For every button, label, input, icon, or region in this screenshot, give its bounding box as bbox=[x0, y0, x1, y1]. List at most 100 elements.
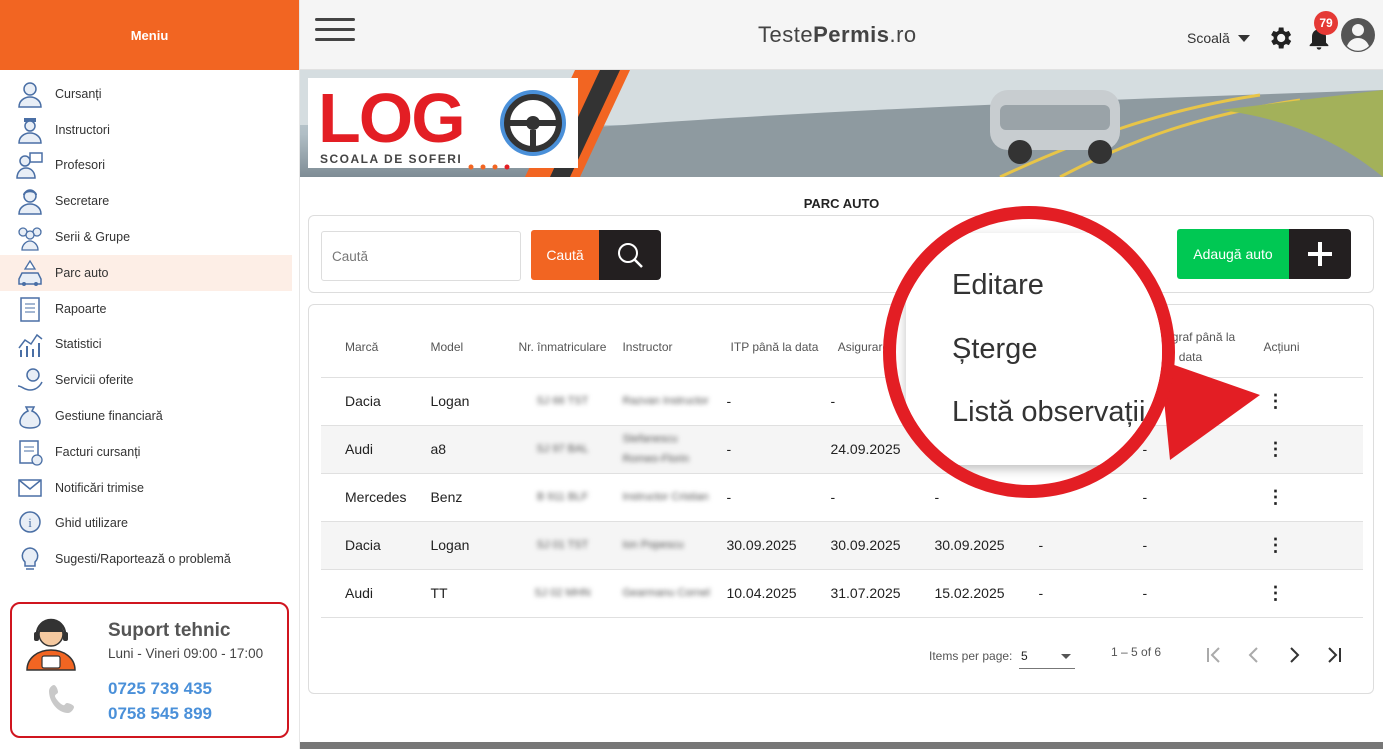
sidebar-item-label: Rapoarte bbox=[55, 301, 107, 316]
account-icon[interactable] bbox=[1340, 17, 1376, 53]
sidebar-item-label: Sugesti/Raportează o problemă bbox=[55, 552, 231, 567]
add-icon-button[interactable] bbox=[1289, 229, 1351, 279]
sidebar-item-cursanti[interactable]: Cursanți bbox=[0, 76, 292, 112]
support-agent-icon bbox=[26, 618, 76, 671]
callout-arrow bbox=[1160, 360, 1260, 460]
last-page-button[interactable] bbox=[1319, 640, 1349, 670]
cell-model: Benz bbox=[406, 473, 511, 522]
table-row: Audi TT SJ 02 MHN Gearmanu Cornel 10.04.… bbox=[321, 569, 1363, 618]
search-icon bbox=[618, 243, 643, 268]
support-phone-2[interactable]: 0758 545 899 bbox=[108, 704, 212, 724]
sidebar-item-label: Facturi cursanți bbox=[55, 444, 141, 459]
cell-marca: Dacia bbox=[321, 521, 407, 570]
support-phone-1[interactable]: 0725 739 435 bbox=[108, 679, 212, 699]
cell-marca: Audi bbox=[321, 425, 407, 474]
page-range: 1 – 5 of 6 bbox=[1111, 645, 1162, 659]
phone-icon bbox=[49, 685, 74, 713]
horizontal-scrollbar[interactable] bbox=[300, 742, 1383, 749]
cell-instructor: Stefanescu Romeo-Florin bbox=[622, 433, 690, 465]
sidebar-item-secretare[interactable]: Secretare bbox=[0, 183, 292, 219]
add-car-button[interactable]: Adaugă auto bbox=[1177, 229, 1289, 279]
cell-tahograf: - bbox=[1134, 473, 1239, 522]
callout-magnifier: Editare Șterge Listă observații bbox=[883, 206, 1175, 498]
group-icon bbox=[15, 222, 45, 252]
sidebar-item-instructori[interactable]: Instructori bbox=[0, 112, 292, 148]
sidebar-item-statistici[interactable]: Statistici bbox=[0, 327, 292, 363]
more-vert-icon[interactable]: ⋮ bbox=[1263, 488, 1287, 506]
menu-item-lista-observatii[interactable]: Listă observații bbox=[952, 396, 1145, 429]
col-nr[interactable]: Nr. înmatriculare bbox=[510, 317, 615, 378]
sidebar-item-label: Secretare bbox=[55, 194, 110, 209]
sidebar-item-label: Statistici bbox=[55, 337, 102, 352]
search-icon-button[interactable] bbox=[599, 230, 661, 280]
sidebar-item-label: Serii & Grupe bbox=[55, 230, 131, 245]
brand-bold: Permis bbox=[813, 22, 890, 47]
sidebar-item-label: Parc auto bbox=[55, 265, 109, 280]
items-per-page-select[interactable]: 5 bbox=[1019, 639, 1075, 669]
mail-icon bbox=[15, 473, 45, 503]
cell-model: a8 bbox=[406, 425, 511, 474]
items-per-page-value: 5 bbox=[1021, 649, 1028, 663]
sidebar-item-sugestii[interactable]: Sugesti/Raportează o problemă bbox=[0, 541, 292, 577]
secretary-icon bbox=[15, 186, 45, 216]
chevron-right-icon bbox=[1290, 647, 1300, 663]
col-model[interactable]: Model bbox=[406, 317, 511, 378]
cell-model: TT bbox=[406, 569, 511, 618]
cell-marca: Mercedes bbox=[321, 473, 407, 522]
sidebar-item-serii-grupe[interactable]: Serii & Grupe bbox=[0, 219, 292, 255]
sidebar-item-rapoarte[interactable]: Rapoarte bbox=[0, 291, 292, 327]
cell-asigurare: 30.09.2025 bbox=[822, 521, 927, 570]
sidebar-item-parc-auto[interactable]: Parc auto bbox=[0, 254, 292, 291]
next-page-button[interactable] bbox=[1279, 640, 1309, 670]
student-icon bbox=[15, 79, 45, 109]
cell-nr: B 911 BLF bbox=[536, 491, 589, 503]
cell-nr: SJ 01 TST bbox=[536, 539, 589, 551]
sidebar-item-notificari[interactable]: Notificări trimise bbox=[0, 470, 292, 506]
cell-instructor: Instructor Cristian bbox=[622, 491, 709, 503]
invoice-icon bbox=[15, 437, 45, 467]
sidebar-item-servicii[interactable]: Servicii oferite bbox=[0, 362, 292, 398]
sidebar-menu: Cursanți Instructori Profesori Secretare… bbox=[0, 70, 299, 577]
caret-down-icon bbox=[1237, 34, 1250, 42]
support-title: Suport tehnic bbox=[108, 620, 231, 641]
info-icon: i bbox=[15, 508, 45, 538]
teacher-icon bbox=[15, 150, 45, 180]
role-label: Scoală bbox=[1187, 30, 1230, 46]
menu-item-editare[interactable]: Editare bbox=[952, 269, 1044, 302]
cell-itp: - bbox=[718, 377, 823, 426]
prev-page-button[interactable] bbox=[1239, 640, 1269, 670]
cell-asigurare: 31.07.2025 bbox=[822, 569, 927, 618]
cell-marca: Dacia bbox=[321, 377, 407, 426]
col-marca[interactable]: Marcă bbox=[321, 317, 407, 378]
logo-dots bbox=[468, 164, 510, 170]
first-page-button[interactable] bbox=[1199, 640, 1229, 670]
sidebar-item-label: Servicii oferite bbox=[55, 373, 134, 388]
chart-icon bbox=[15, 329, 45, 359]
notification-badge: 79 bbox=[1314, 11, 1338, 35]
cell-asigurare: - bbox=[822, 473, 927, 522]
cell-8: - bbox=[1030, 521, 1135, 570]
search-button[interactable]: Caută bbox=[531, 230, 599, 280]
sidebar-item-ghid[interactable]: i Ghid utilizare bbox=[0, 506, 292, 542]
sidebar: Meniu Cursanți Instructori Profesori Sec… bbox=[0, 0, 300, 749]
brand-logo: TestePermis.ro bbox=[758, 22, 917, 48]
cell-itp: - bbox=[718, 425, 823, 474]
cell-7: 15.02.2025 bbox=[926, 569, 1031, 618]
more-vert-icon[interactable]: ⋮ bbox=[1263, 584, 1287, 602]
support-hours: Luni - Vineri 09:00 - 17:00 bbox=[108, 646, 264, 661]
steering-wheel-icon bbox=[500, 90, 566, 156]
col-instructor[interactable]: Instructor bbox=[614, 317, 719, 378]
role-dropdown[interactable]: Scoală bbox=[1187, 30, 1250, 46]
col-itp[interactable]: ITP până la data bbox=[718, 317, 823, 378]
sidebar-item-gestiune-financiara[interactable]: Gestiune financiară bbox=[0, 398, 292, 434]
chevron-left-icon bbox=[1248, 647, 1258, 663]
more-vert-icon[interactable]: ⋮ bbox=[1263, 536, 1287, 554]
search-input[interactable] bbox=[321, 231, 521, 281]
menu-item-sterge[interactable]: Șterge bbox=[952, 333, 1037, 366]
gear-icon[interactable] bbox=[1266, 24, 1294, 52]
cell-itp: 10.04.2025 bbox=[718, 569, 823, 618]
sidebar-item-profesori[interactable]: Profesori bbox=[0, 148, 292, 184]
sidebar-item-facturi[interactable]: Facturi cursanți bbox=[0, 434, 292, 470]
menu-toggle-icon[interactable] bbox=[315, 18, 355, 46]
cell-tahograf: - bbox=[1134, 521, 1239, 570]
